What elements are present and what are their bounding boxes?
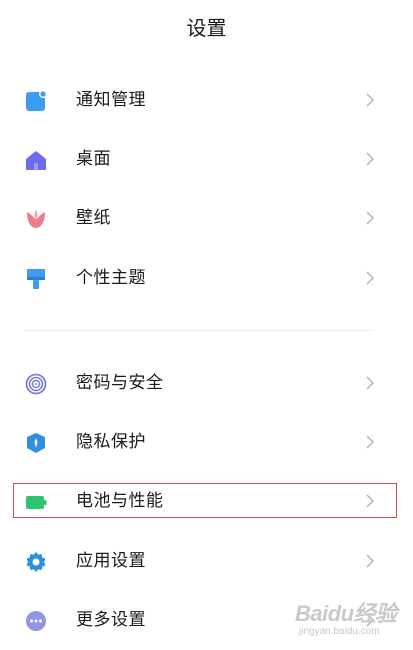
gear-icon xyxy=(26,552,46,572)
battery-icon xyxy=(26,496,47,509)
chevron-right-icon xyxy=(366,376,375,390)
tulip-icon xyxy=(27,210,45,228)
settings-item-notifications[interactable]: 通知管理 xyxy=(0,72,413,128)
baidu-watermark: Baidu经验 jingyan.baidu.com xyxy=(295,596,405,642)
settings-item-themes[interactable]: 个性主题 xyxy=(0,250,413,306)
watermark-brand: Baidu经验 xyxy=(295,601,397,626)
chevron-right-icon xyxy=(366,211,375,225)
chevron-right-icon xyxy=(366,93,375,107)
settings-item-privacy[interactable]: 隐私保护 xyxy=(0,414,413,470)
privacy-shield-icon xyxy=(27,433,45,453)
settings-item-desktop[interactable]: 桌面 xyxy=(0,131,413,187)
settings-item-label: 桌面 xyxy=(76,149,111,169)
chevron-right-icon xyxy=(366,494,375,508)
settings-item-label: 通知管理 xyxy=(76,90,146,110)
watermark-url: jingyan.baidu.com xyxy=(299,626,380,637)
chevron-right-icon xyxy=(366,152,375,166)
chevron-right-icon xyxy=(366,271,375,285)
notification-icon xyxy=(26,90,47,111)
settings-item-label: 更多设置 xyxy=(76,610,146,630)
settings-item-wallpaper[interactable]: 壁纸 xyxy=(0,190,413,246)
section-divider xyxy=(24,330,374,331)
settings-item-label: 密码与安全 xyxy=(76,373,164,393)
settings-item-label: 电池与性能 xyxy=(76,491,164,511)
settings-item-password-security[interactable]: 密码与安全 xyxy=(0,355,413,411)
more-icon xyxy=(26,611,46,631)
settings-item-app-settings[interactable]: 应用设置 xyxy=(0,533,413,589)
settings-item-label: 个性主题 xyxy=(76,268,146,288)
page-title: 设置 xyxy=(186,16,227,40)
settings-item-battery-performance[interactable]: 电池与性能 xyxy=(0,473,413,529)
settings-item-label: 隐私保护 xyxy=(76,432,146,452)
settings-page: 设置 通知管理 桌面 壁纸 个性主题 密码与安全 隐私保护 电池与性能 应用设置… xyxy=(0,0,413,650)
brush-icon xyxy=(27,269,45,289)
settings-item-label: 壁纸 xyxy=(76,208,111,228)
chevron-right-icon xyxy=(366,554,375,568)
fingerprint-icon xyxy=(25,373,47,395)
settings-item-label: 应用设置 xyxy=(76,551,146,571)
chevron-right-icon xyxy=(366,435,375,449)
home-icon xyxy=(26,151,46,170)
